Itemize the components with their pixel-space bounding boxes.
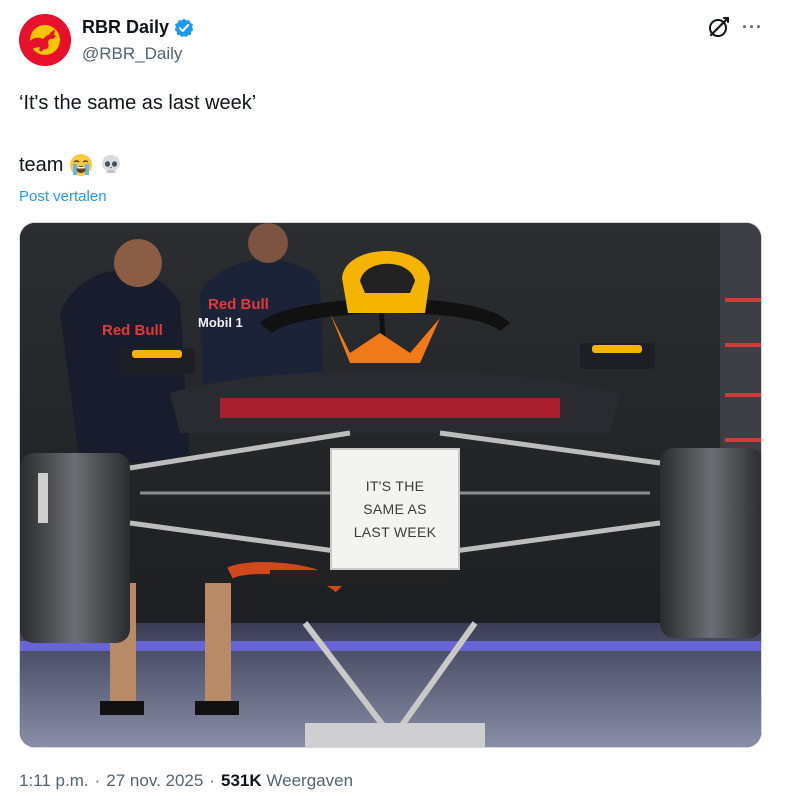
author-handle[interactable]: @RBR_Daily bbox=[82, 44, 182, 64]
tweet-card: RBR Daily @RBR_Daily ··· ‘It's the same … bbox=[0, 0, 785, 810]
author-name-row[interactable]: RBR Daily bbox=[82, 17, 194, 38]
tweet-media-photo[interactable]: Red Bull Red Bull Mobil 1 IT'S THE SAME … bbox=[19, 222, 762, 748]
sign-line-1: IT'S THE bbox=[365, 477, 425, 494]
sign-line-3: LAST WEEK bbox=[353, 523, 437, 540]
shirt-sponsor-text: Mobil 1 bbox=[198, 315, 243, 330]
tweet-header-actions: ··· bbox=[706, 14, 763, 40]
views-label[interactable]: Weergaven bbox=[266, 771, 353, 790]
tweet-date[interactable]: 27 nov. 2025 bbox=[106, 771, 203, 791]
meta-separator-2: · bbox=[209, 771, 216, 790]
tweet-time[interactable]: 1:11 p.m. bbox=[19, 771, 89, 791]
translate-post-link[interactable]: Post vertalen bbox=[19, 188, 107, 205]
tweet-text-line-2: team bbox=[19, 153, 123, 177]
author-avatar[interactable] bbox=[19, 14, 71, 66]
more-options-icon[interactable]: ··· bbox=[742, 14, 763, 40]
verified-badge-icon bbox=[174, 18, 194, 38]
tweet-meta: 1:11 p.m. · 27 nov. 2025 · 531K Weergave… bbox=[19, 771, 353, 791]
loudly-crying-face-emoji bbox=[69, 153, 93, 177]
meta-separator: · bbox=[94, 771, 101, 790]
author-display-name[interactable]: RBR Daily bbox=[82, 17, 169, 38]
skull-emoji bbox=[99, 153, 123, 177]
grok-icon[interactable] bbox=[706, 14, 732, 40]
shirt-logo-text-2: Red Bull bbox=[208, 296, 269, 313]
sign-line-2: SAME AS bbox=[363, 500, 427, 517]
views-count[interactable]: 531K bbox=[221, 771, 262, 790]
tweet-text-word: team bbox=[19, 153, 64, 176]
its-the-same-as-last-week-sign: IT'S THE SAME AS LAST WEEK bbox=[330, 448, 460, 570]
shirt-logo-text: Red Bull bbox=[102, 322, 163, 339]
tweet-text-line-1: ‘It's the same as last week’ bbox=[19, 92, 257, 114]
red-bull-logo-avatar bbox=[19, 14, 71, 66]
